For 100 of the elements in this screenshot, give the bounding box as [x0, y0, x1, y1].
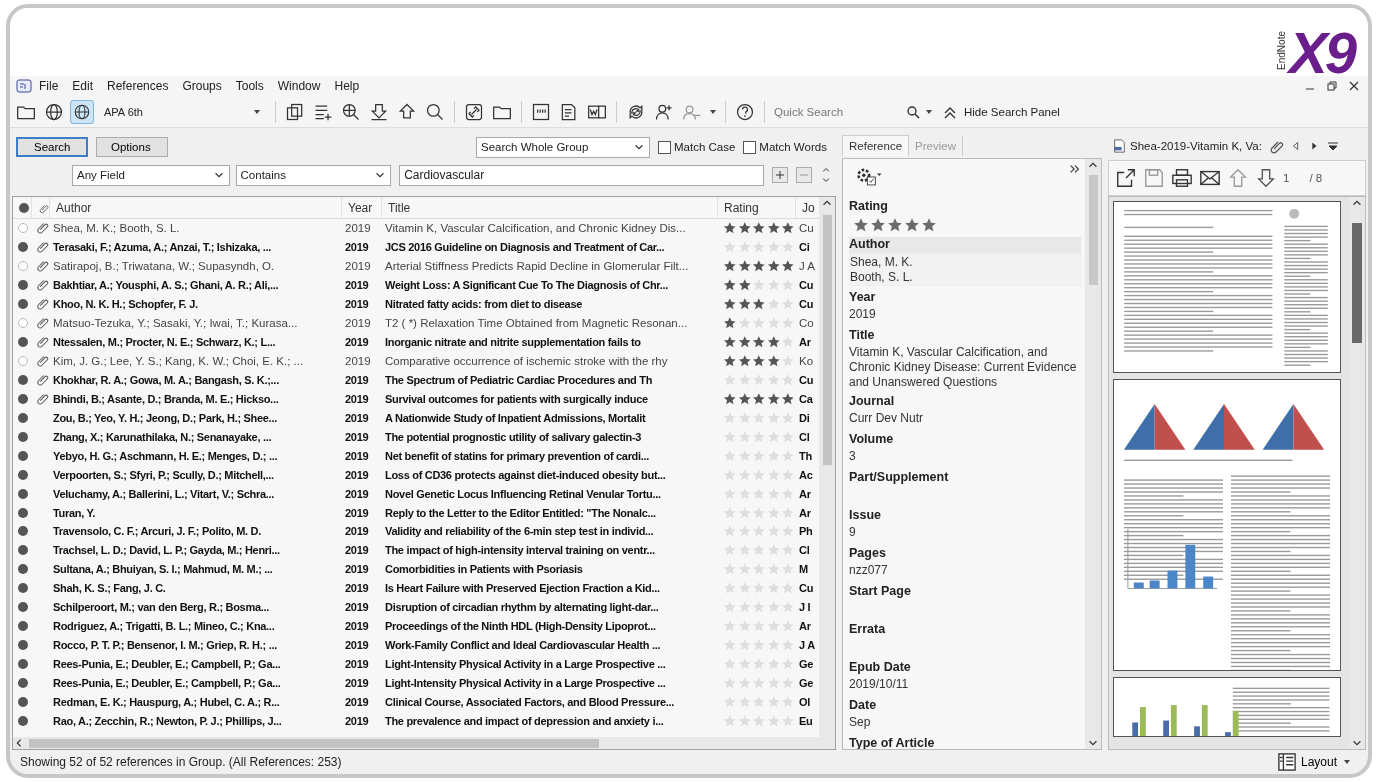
- quick-search-field[interactable]: Quick Search: [772, 101, 902, 122]
- read-status-dot[interactable]: [18, 677, 28, 688]
- read-status-dot[interactable]: [18, 583, 28, 594]
- save-icon[interactable]: [1143, 167, 1165, 189]
- column-header[interactable]: Year: [341, 197, 381, 219]
- read-status-dot[interactable]: [18, 374, 28, 385]
- column-header[interactable]: Rating: [717, 197, 795, 219]
- title-cell-text: A Nationwide Study of Inpatient Admissions, Mortalit: [384, 411, 647, 424]
- read-status-dot[interactable]: [18, 564, 28, 575]
- pdf-tab[interactable]: Shea-2019-Vitamin K, Va:: [1112, 138, 1262, 154]
- author-cell-text: Rees-Punia, E.; Deubler, E.; Campbell, P.; Ga...: [52, 658, 282, 671]
- match-words-checkbox[interactable]: [743, 140, 757, 154]
- field-value: Curr Dev Nutr: [849, 410, 924, 427]
- scope-dropdown[interactable]: Search Whole Group: [476, 136, 650, 158]
- column-header[interactable]: Title: [381, 197, 717, 219]
- menu-item[interactable]: Tools: [228, 79, 271, 93]
- scrollbar-thumb[interactable]: [1088, 175, 1098, 285]
- globe-icon[interactable]: [70, 99, 94, 124]
- title-cell-text: T2 ( *) Relaxation Time Obtained from Magnetic Resonan...: [384, 317, 689, 330]
- menu-item[interactable]: Groups: [175, 79, 229, 93]
- arrow-down-icon[interactable]: [1255, 167, 1277, 189]
- read-status-dot[interactable]: [18, 318, 28, 329]
- read-status-dot[interactable]: [18, 261, 28, 272]
- page-number[interactable]: 1: [1283, 172, 1290, 184]
- add-row-button[interactable]: [772, 167, 789, 183]
- author-cell-text: Bakhtiar, A.; Yousphi, A. S.; Ghani, A. R.; Ali,...: [52, 279, 280, 292]
- read-status-dot[interactable]: [18, 337, 28, 348]
- field-dropdown[interactable]: Any Field: [72, 164, 230, 186]
- open-external-icon[interactable]: [1115, 167, 1137, 189]
- read-status-dot[interactable]: [18, 545, 28, 556]
- read-status-dot[interactable]: [18, 280, 28, 291]
- journal-cell-text: Eu: [798, 714, 814, 727]
- read-status-dot[interactable]: [18, 488, 28, 499]
- menu-item[interactable]: File: [32, 79, 66, 93]
- arrow-up-icon[interactable]: [1227, 167, 1249, 189]
- author-cell-text: Yebyo, H. G.; Aschmann, H. E.; Menges, D.; ...: [52, 449, 279, 462]
- year-cell-text: 2019: [344, 336, 370, 349]
- column-header[interactable]: Author: [49, 197, 341, 219]
- title-cell-text: Arterial Stiffness Predicts Rapid Decline in Glomerular Filt...: [384, 260, 690, 273]
- pdf-file-icon: [1112, 138, 1126, 154]
- scrollbar-thumb[interactable]: [822, 215, 832, 465]
- menu-icon[interactable]: [1325, 139, 1340, 153]
- read-status-dot[interactable]: [18, 431, 28, 442]
- search-term-field[interactable]: Cardiovascular: [399, 164, 765, 186]
- operator-dropdown[interactable]: Contains: [235, 164, 392, 186]
- hide-search-panel-button[interactable]: Hide Search Panel: [938, 103, 1064, 120]
- title-cell-text: Inorganic nitrate and nitrite supplementation fails to: [384, 336, 642, 349]
- scrollbar-thumb[interactable]: [29, 738, 599, 748]
- scrollbar[interactable]: [1085, 159, 1101, 749]
- options-button[interactable]: Options: [96, 137, 168, 157]
- scrollbar[interactable]: [819, 197, 835, 737]
- read-status-dot[interactable]: [18, 602, 28, 613]
- scrollbar[interactable]: [13, 737, 835, 749]
- title-cell-text: Net benefit of statins for primary prevention of cardi...: [384, 449, 651, 462]
- style-dropdown[interactable]: APA 6th: [98, 100, 268, 123]
- author-cell-text: Travensolo, C. F.; Arcuri, J. F.; Polito, M. D.: [52, 525, 262, 538]
- read-status-dot[interactable]: [18, 659, 28, 670]
- read-status-dot[interactable]: [18, 469, 28, 480]
- scrollbar-thumb[interactable]: [1352, 223, 1362, 343]
- journal-cell-text: Ge: [798, 658, 815, 671]
- menu-item[interactable]: Edit: [65, 79, 101, 93]
- menu-item[interactable]: Window: [270, 79, 328, 93]
- read-status-dot[interactable]: [18, 223, 28, 234]
- field-value: 3: [849, 448, 857, 465]
- close-icon[interactable]: [1348, 80, 1360, 92]
- read-status-dot[interactable]: [18, 715, 28, 726]
- read-status-dot[interactable]: [18, 526, 28, 537]
- read-status-dot[interactable]: [18, 621, 28, 632]
- menu-item[interactable]: Help: [327, 79, 367, 93]
- menu-item[interactable]: References: [100, 79, 176, 93]
- read-status-dot[interactable]: [18, 299, 28, 310]
- read-status-dot[interactable]: [18, 393, 28, 404]
- scrollbar[interactable]: [1349, 197, 1365, 749]
- field-label: Type of Article: [849, 736, 936, 749]
- read-status-dot[interactable]: [18, 356, 28, 367]
- field-value: nzz077: [849, 562, 889, 579]
- year-cell-text: 2019: [344, 487, 370, 500]
- read-status-dot[interactable]: [18, 412, 28, 423]
- title-cell-text: Light-Intensity Physical Activity in a Large Prospective ...: [384, 658, 667, 671]
- title-cell-text: Loss of CD36 protects against diet-induced obesity but...: [384, 468, 667, 481]
- read-status-dot[interactable]: [18, 450, 28, 461]
- scroll-down-icon[interactable]: [820, 175, 832, 185]
- read-status-dot[interactable]: [18, 640, 28, 651]
- title-cell-text: Disruption of circadian rhythm by alternating light-dar...: [384, 601, 660, 614]
- search-button[interactable]: Search: [16, 137, 88, 157]
- print-icon[interactable]: [1171, 167, 1193, 189]
- expand-icon[interactable]: [1069, 163, 1081, 175]
- match-case-checkbox[interactable]: [658, 140, 671, 154]
- title-cell-text: Novel Genetic Locus Influencing Retinal Venular Tortu...: [384, 487, 662, 500]
- panel-tab[interactable]: Reference: [842, 135, 910, 156]
- year-cell-text: 2019: [344, 563, 370, 576]
- read-status-dot[interactable]: [18, 242, 28, 253]
- read-status-dot[interactable]: [18, 696, 28, 707]
- restore-icon[interactable]: [1326, 80, 1338, 92]
- read-status-dot[interactable]: [18, 507, 28, 518]
- journal-cell-text: J A: [798, 260, 816, 273]
- field-value: 2019: [849, 306, 877, 323]
- title-cell-text: JCS 2016 Guideline on Diagnosis and Treatment of Car...: [384, 241, 666, 254]
- layout-button[interactable]: Layout: [1271, 752, 1358, 772]
- search-icon[interactable]: [906, 104, 920, 119]
